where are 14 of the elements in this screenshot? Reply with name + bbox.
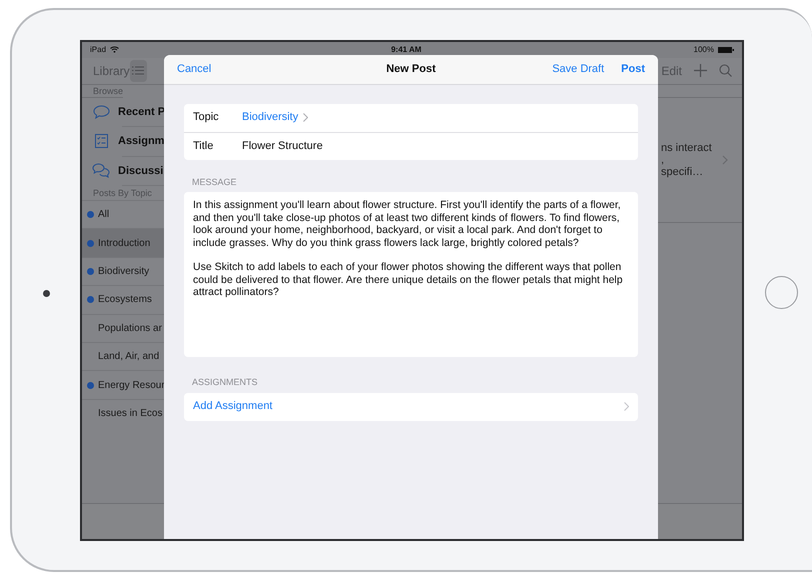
- carrier-label: iPad: [90, 44, 106, 56]
- sheet-title: New Post: [386, 62, 436, 77]
- section-header: MESSAGE: [192, 176, 238, 188]
- field-label: Title: [193, 138, 214, 154]
- preview-text: specifi…: [661, 166, 704, 178]
- message-paragraph: In this assignment you'll learn about flower structure. First you'll identify the parts of a flower, and then you'll take close-up photos of at least two different kinds of flowers. To find flowers, look around your home, neighborhood, backyard, or visit a local park. And don't forget to include grasses. Why do you think grass flowers lack large, brightly colored petals?: [193, 199, 622, 249]
- preview-text: ,: [661, 154, 666, 166]
- battery-label: 100%: [694, 44, 714, 56]
- add-assignment-label: Add Assignment: [193, 399, 272, 414]
- message-paragraph: Use Skitch to add labels to each of your flower photos showing the different ways that pollen could be delivered to that flower. Are there unique details on the flower petals that might help attract pollinators?: [193, 261, 624, 298]
- preview-text: ns interact: [661, 142, 713, 154]
- status-time: 9:41 AM: [391, 44, 422, 56]
- field-label: Topic: [193, 110, 220, 126]
- section-header: ASSIGNMENTS: [192, 376, 259, 389]
